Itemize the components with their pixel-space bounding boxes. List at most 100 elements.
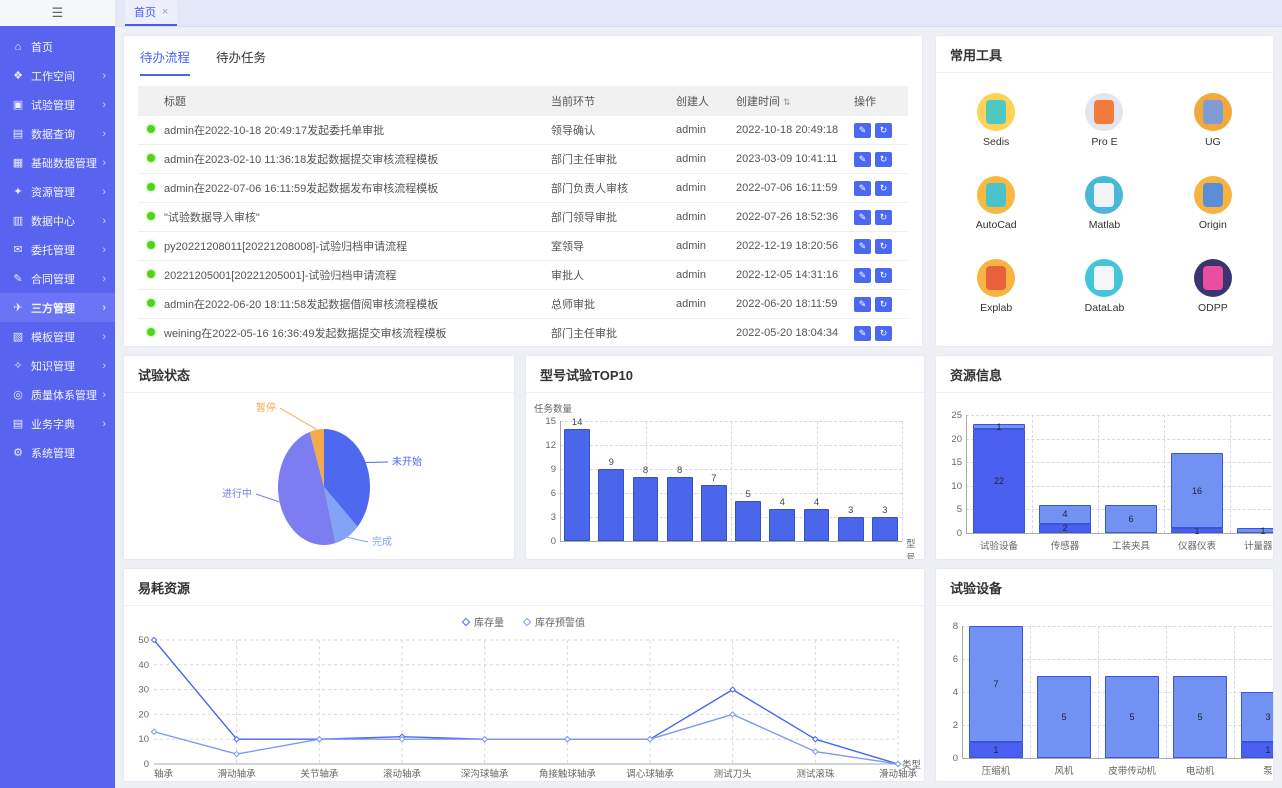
- edit-button[interactable]: ✎: [854, 152, 871, 167]
- table-row: admin在2022-10-18 20:49:17发起委托单审批领导确认admi…: [138, 116, 908, 145]
- edit-button[interactable]: ✎: [854, 239, 871, 254]
- sidebar-menu: ⌂首页❖工作空间›▣试验管理›▤数据查询›▦基础数据管理›✦资源管理›▥数据中心…: [0, 26, 115, 467]
- panel-title: 资源信息: [936, 356, 1273, 393]
- sidebar-item-label: 合同管理: [31, 271, 75, 287]
- sidebar-item-模板管理[interactable]: ▧模板管理›: [0, 322, 115, 351]
- tab-pending-tasks[interactable]: 待办任务: [216, 47, 266, 76]
- category-label: 电动机: [1166, 763, 1234, 777]
- edit-button[interactable]: ✎: [854, 326, 871, 341]
- chevron-right-icon: ›: [102, 273, 106, 285]
- edit-button[interactable]: ✎: [854, 268, 871, 283]
- process-button[interactable]: ↻: [875, 123, 892, 138]
- sidebar-item-业务字典[interactable]: ▤业务字典›: [0, 409, 115, 438]
- status-dot-icon: [147, 241, 155, 249]
- x-axis: [962, 758, 1274, 759]
- segment-value-label: 5: [1030, 712, 1098, 722]
- table-header: 标题 当前环节 创建人 创建时间⇅ 操作: [138, 86, 908, 116]
- sidebar-item-试验管理[interactable]: ▣试验管理›: [0, 90, 115, 119]
- bar-value-label: 4: [799, 497, 833, 508]
- row-time: 2022-07-26 18:52:36: [736, 211, 854, 223]
- category-label: 计量器具: [1230, 538, 1274, 552]
- status-cell: [138, 327, 164, 339]
- tool-Origin[interactable]: Origin: [1194, 176, 1232, 231]
- sidebar-item-三方管理[interactable]: ✈三方管理›: [0, 293, 115, 322]
- y-tick: 9: [532, 464, 556, 475]
- row-title: py20221208011[20221208008]-试验归档申请流程: [164, 238, 551, 254]
- chevron-right-icon: ›: [102, 389, 106, 401]
- bar-value-label: 3: [868, 505, 902, 516]
- sidebar-item-委托管理[interactable]: ✉委托管理›: [0, 235, 115, 264]
- tool-app-icon: [977, 259, 1015, 297]
- row-ops: ✎↻: [854, 268, 908, 283]
- sidebar-item-基础数据管理[interactable]: ▦基础数据管理›: [0, 148, 115, 177]
- sidebar-item-资源管理[interactable]: ✦资源管理›: [0, 177, 115, 206]
- process-button[interactable]: ↻: [875, 297, 892, 312]
- tab-home[interactable]: 首页 ×: [125, 0, 177, 26]
- edit-button[interactable]: ✎: [854, 123, 871, 138]
- row-stage: 总师审批: [551, 296, 676, 312]
- svg-text:30: 30: [138, 685, 149, 696]
- svg-text:调心球轴承: 调心球轴承: [626, 768, 674, 780]
- row-creator: admin: [676, 211, 736, 223]
- process-button[interactable]: ↻: [875, 268, 892, 283]
- process-button[interactable]: ↻: [875, 239, 892, 254]
- tool-app-icon: [1085, 259, 1123, 297]
- tab-close-icon[interactable]: ×: [162, 6, 168, 18]
- row-stage: 部门主任审批: [551, 325, 676, 341]
- edit-button[interactable]: ✎: [854, 210, 871, 225]
- row-time: 2022-07-06 16:11:59: [736, 182, 854, 194]
- tool-DataLab[interactable]: DataLab: [1085, 259, 1125, 314]
- sidebar-collapse-button[interactable]: ☰: [0, 0, 115, 26]
- tool-Sedis[interactable]: Sedis: [977, 93, 1015, 148]
- gridline-v: [1164, 415, 1165, 533]
- status-dot-icon: [147, 154, 155, 162]
- edit-button[interactable]: ✎: [854, 181, 871, 196]
- sidebar-item-知识管理[interactable]: ✧知识管理›: [0, 351, 115, 380]
- tool-app-icon-glyph: [1203, 100, 1223, 124]
- third-party-icon: ✈: [11, 301, 25, 314]
- process-button[interactable]: ↻: [875, 210, 892, 225]
- process-button[interactable]: ↻: [875, 152, 892, 167]
- tab-pending-processes[interactable]: 待办流程: [140, 47, 190, 76]
- row-title: admin在2022-06-20 18:11:58发起数据借阅审核流程模板: [164, 296, 551, 312]
- row-ops: ✎↻: [854, 210, 908, 225]
- row-title: admin在2022-07-06 16:11:59发起数据发布审核流程模板: [164, 180, 551, 196]
- sidebar-item-label: 委托管理: [31, 242, 75, 258]
- bar: [598, 469, 624, 541]
- sidebar-item-合同管理[interactable]: ✎合同管理›: [0, 264, 115, 293]
- todo-tabs: 待办流程 待办任务: [124, 36, 922, 76]
- chevron-right-icon: ›: [102, 244, 106, 256]
- edit-button[interactable]: ✎: [854, 297, 871, 312]
- row-time: 2022-06-20 18:11:59: [736, 298, 854, 310]
- tool-name: Sedis: [977, 136, 1015, 148]
- svg-text:测试刀头: 测试刀头: [714, 768, 752, 780]
- tool-Pro E[interactable]: Pro E: [1085, 93, 1123, 148]
- tool-name: UG: [1194, 136, 1232, 148]
- sidebar-item-首页[interactable]: ⌂首页: [0, 32, 115, 61]
- svg-text:40: 40: [138, 660, 149, 671]
- tool-AutoCad[interactable]: AutoCad: [976, 176, 1017, 231]
- main-area: 首页 × 待办流程 待办任务 标题 当前环节 创建人 创建时间⇅ 操作: [115, 0, 1282, 788]
- tool-name: Origin: [1194, 219, 1232, 231]
- sidebar-item-数据查询[interactable]: ▤数据查询›: [0, 119, 115, 148]
- data-query-icon: ▤: [11, 127, 25, 140]
- col-time[interactable]: 创建时间⇅: [736, 93, 854, 109]
- tool-Explab[interactable]: Explab: [977, 259, 1015, 314]
- sidebar-item-质量体系管理[interactable]: ◎质量体系管理›: [0, 380, 115, 409]
- line-chart-svg: 01020304050轴承滑动轴承关节轴承滚动轴承深沟球轴承角接触球轴承调心球轴…: [124, 606, 924, 782]
- tool-ODPP[interactable]: ODPP: [1194, 259, 1232, 314]
- sidebar-item-工作空间[interactable]: ❖工作空间›: [0, 61, 115, 90]
- tool-app-icon-glyph: [1094, 266, 1114, 290]
- bar: [872, 517, 898, 541]
- sidebar-item-系统管理[interactable]: ⚙系统管理: [0, 438, 115, 467]
- process-button[interactable]: ↻: [875, 326, 892, 341]
- sidebar-item-数据中心[interactable]: ▥数据中心›: [0, 206, 115, 235]
- tool-UG[interactable]: UG: [1194, 93, 1232, 148]
- process-button[interactable]: ↻: [875, 181, 892, 196]
- y-tick: 0: [532, 536, 556, 547]
- pie-label-connector: [347, 537, 368, 542]
- chevron-right-icon: ›: [102, 157, 106, 169]
- tool-Matlab[interactable]: Matlab: [1085, 176, 1123, 231]
- data-point-marker: [730, 712, 735, 717]
- row-ops: ✎↻: [854, 152, 908, 167]
